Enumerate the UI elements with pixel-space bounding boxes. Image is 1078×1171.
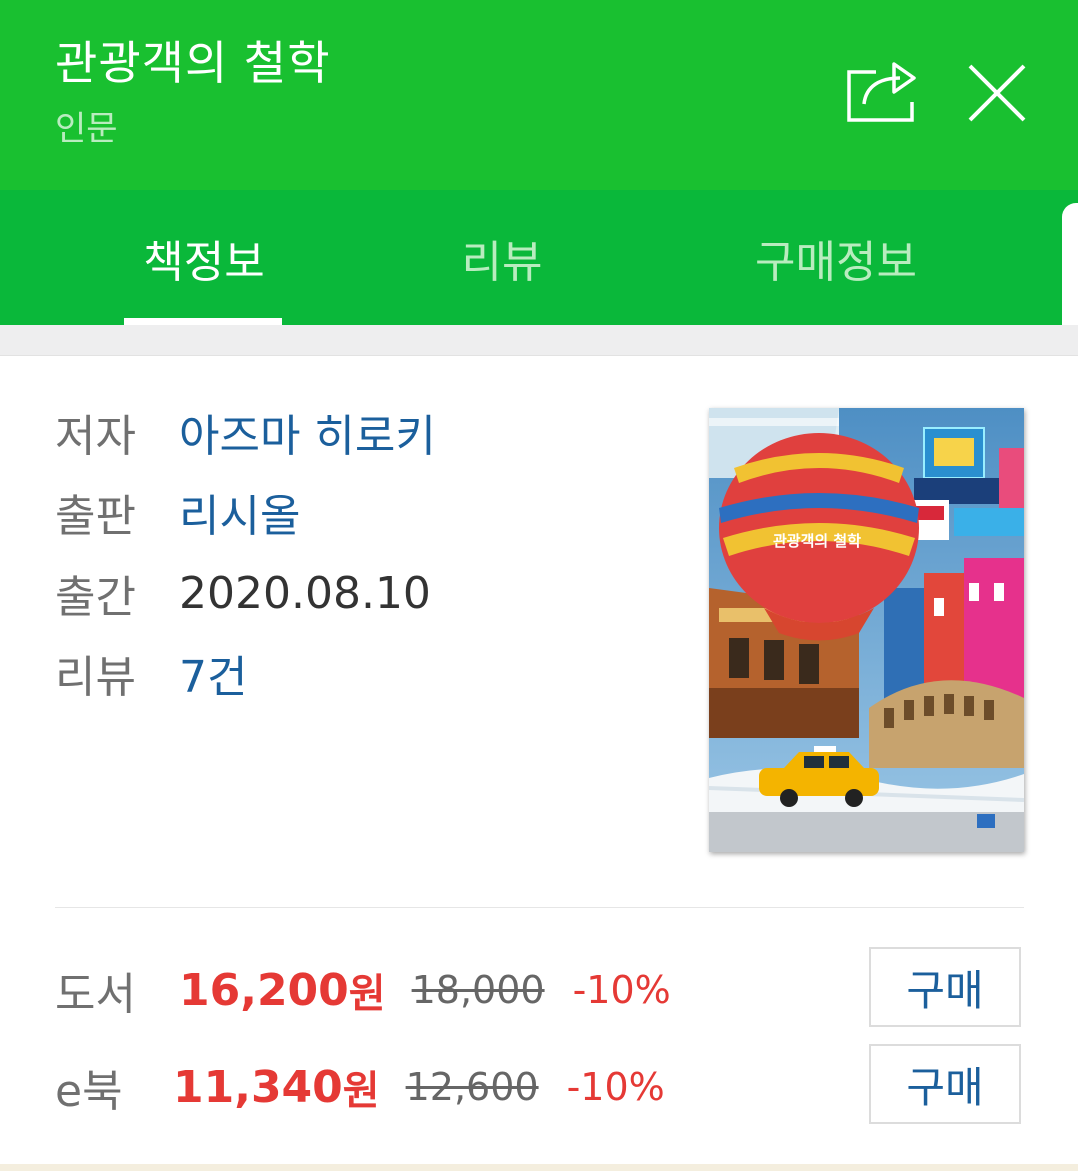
print-discount-rate: -10% xyxy=(572,968,671,1012)
tab-purchase-info[interactable]: 구매정보 xyxy=(716,190,956,325)
review-count-label: 리뷰 xyxy=(55,652,136,703)
print-sale-price: 16,200 xyxy=(179,964,349,1016)
publish-date-label: 출간 xyxy=(55,572,136,623)
ebook-label: e북 xyxy=(55,1066,123,1117)
ebook-price-row: e북 11,340 원 12,600 -10% xyxy=(55,1057,665,1118)
review-count-link[interactable]: 7건 xyxy=(179,641,247,705)
scrollbar[interactable] xyxy=(1062,203,1078,613)
ebook-price-unit: 원 xyxy=(342,1068,380,1114)
book-title: 관광객의 철학 xyxy=(55,36,331,90)
publisher-link[interactable]: 리시올 xyxy=(179,480,300,544)
close-icon[interactable] xyxy=(966,62,1028,124)
publish-date-value: 2020.08.10 xyxy=(179,567,431,619)
buy-ebook-button[interactable]: 구매 xyxy=(869,1044,1021,1124)
publish-date-row: 출간 2020.08.10 xyxy=(55,563,431,624)
share-icon[interactable] xyxy=(842,58,920,126)
cover-balloon-text: 관광객의 철학 xyxy=(773,532,861,550)
ebook-sale-price: 11,340 xyxy=(173,1061,343,1113)
book-category: 인문 xyxy=(55,109,118,149)
review-count-row: 리뷰 7건 xyxy=(55,643,247,703)
print-book-label: 도서 xyxy=(55,969,136,1020)
ebook-discount-rate: -10% xyxy=(566,1065,665,1109)
app-header: 관광객의 철학 인문 xyxy=(0,0,1078,190)
tab-book-info[interactable]: 책정보 xyxy=(104,190,304,325)
bottom-edge xyxy=(0,1164,1078,1171)
print-price-unit: 원 xyxy=(348,971,386,1017)
divider xyxy=(55,907,1024,908)
tab-review[interactable]: 리뷰 xyxy=(402,190,602,325)
ebook-original-price: 12,600 xyxy=(405,1065,539,1109)
section-separator xyxy=(0,325,1078,356)
print-price-row: 도서 16,200 원 18,000 -10% xyxy=(55,960,671,1021)
publisher-row: 출판 리시올 xyxy=(55,482,300,542)
active-tab-indicator xyxy=(124,318,282,325)
publisher-label: 출판 xyxy=(55,491,136,542)
author-label: 저자 xyxy=(55,411,136,462)
book-cover-image[interactable]: 관광객의 철학 xyxy=(709,408,1024,852)
tab-bar: 책정보 리뷰 구매정보 xyxy=(0,190,1078,325)
author-link[interactable]: 아즈마 히로키 xyxy=(179,400,436,464)
print-original-price: 18,000 xyxy=(411,968,545,1012)
author-row: 저자 아즈마 히로키 xyxy=(55,402,436,462)
buy-print-button[interactable]: 구매 xyxy=(869,947,1021,1027)
